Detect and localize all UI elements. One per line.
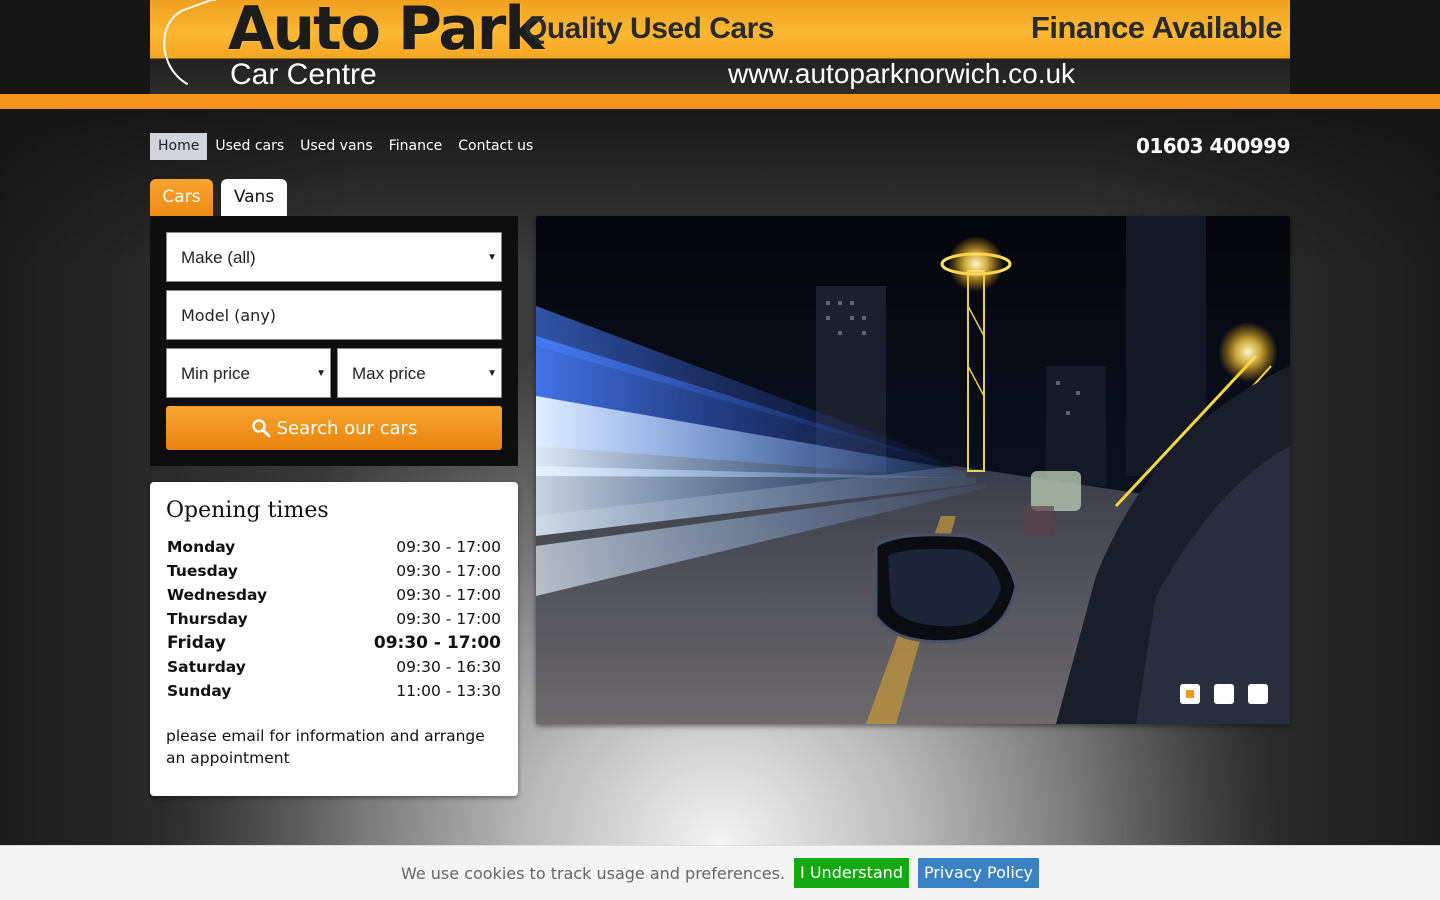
- make-select-value: Make (all): [181, 248, 256, 267]
- opening-times-table: Monday 09:30 - 17:00 Tuesday 09:30 - 17:…: [166, 535, 502, 703]
- day-hours: 09:30 - 17:00: [373, 633, 501, 653]
- search-button-label: Search our cars: [276, 417, 418, 439]
- hero-slideshow[interactable]: [536, 216, 1290, 724]
- table-row: Wednesday 09:30 - 17:00: [166, 583, 502, 607]
- cookie-accept-button[interactable]: I Understand: [794, 858, 909, 888]
- min-price-value: Min price: [181, 364, 250, 383]
- day-label: Tuesday: [167, 562, 238, 580]
- table-row: Monday 09:30 - 17:00: [166, 535, 502, 559]
- tagline-finance: Finance Available: [1030, 10, 1283, 45]
- search-icon: [251, 419, 271, 438]
- nav-home[interactable]: Home: [150, 133, 208, 160]
- day-hours: 09:30 - 17:00: [396, 586, 501, 604]
- day-hours: 09:30 - 17:00: [396, 538, 501, 556]
- slide-dot-2[interactable]: [1214, 684, 1234, 704]
- table-row: Sunday 11:00 - 13:30: [166, 679, 502, 703]
- hero-night-road-image: [536, 216, 1290, 724]
- make-select[interactable]: Make (all) ▼: [166, 232, 502, 282]
- vehicle-tabs: Cars Vans: [150, 179, 287, 216]
- min-price-select[interactable]: Min price ▼: [166, 348, 331, 398]
- day-hours: 09:30 - 16:30: [396, 658, 501, 676]
- slide-dot-3[interactable]: [1248, 684, 1268, 704]
- site-banner[interactable]: Auto Park Car Centre Quality Used Cars F…: [150, 0, 1290, 94]
- nav-contact-us[interactable]: Contact us: [450, 133, 541, 160]
- model-input-placeholder: Model (any): [181, 306, 277, 325]
- day-label: Monday: [167, 538, 236, 556]
- day-label: Sunday: [167, 682, 232, 700]
- nav-used-vans[interactable]: Used vans: [292, 133, 381, 160]
- tagline-quality: Quality Used Cars: [524, 12, 774, 45]
- table-row: Saturday 09:30 - 16:30: [166, 655, 502, 679]
- slide-dot-1[interactable]: [1180, 684, 1200, 704]
- day-label: Wednesday: [167, 586, 268, 604]
- search-panel: Make (all) ▼ Model (any) Min price ▼ Max…: [150, 216, 518, 466]
- slideshow-dots: [1180, 684, 1268, 704]
- dropdown-arrow-icon: ▼: [487, 252, 497, 263]
- orange-divider: [0, 94, 1440, 109]
- day-label: Thursday: [167, 610, 248, 628]
- max-price-select[interactable]: Max price ▼: [337, 348, 502, 398]
- opening-times-card: Opening times Monday 09:30 - 17:00 Tuesd…: [150, 482, 518, 796]
- opening-times-title: Opening times: [166, 498, 329, 523]
- privacy-policy-button[interactable]: Privacy Policy: [917, 858, 1040, 888]
- main-nav: Home Used cars Used vans Finance Contact…: [150, 133, 541, 160]
- day-hours: 09:30 - 17:00: [396, 610, 501, 628]
- logo-sub-text: Car Centre: [230, 58, 377, 91]
- opening-times-note: please email for information and arrange…: [166, 727, 485, 767]
- model-input[interactable]: Model (any): [166, 290, 502, 340]
- day-hours: 09:30 - 17:00: [396, 562, 501, 580]
- cookie-bar: We use cookies to track usage and prefer…: [0, 845, 1440, 900]
- dropdown-arrow-icon: ▼: [316, 368, 326, 379]
- table-row: Thursday 09:30 - 17:00: [166, 607, 502, 631]
- search-button[interactable]: Search our cars: [166, 406, 502, 450]
- website-url: www.autoparknorwich.co.uk: [728, 58, 1076, 89]
- nav-finance[interactable]: Finance: [381, 133, 451, 160]
- tab-vans[interactable]: Vans: [221, 179, 287, 216]
- logo-main-text: Auto Park: [228, 0, 544, 64]
- nav-used-cars[interactable]: Used cars: [207, 133, 292, 160]
- dropdown-arrow-icon: ▼: [487, 368, 497, 379]
- table-row-today: Friday 09:30 - 17:00: [166, 631, 502, 655]
- day-label: Friday: [167, 633, 226, 653]
- phone-number[interactable]: 01603 400999: [1136, 134, 1291, 158]
- day-hours: 11:00 - 13:30: [396, 682, 501, 700]
- tab-cars[interactable]: Cars: [150, 179, 213, 216]
- table-row: Tuesday 09:30 - 17:00: [166, 559, 502, 583]
- day-label: Saturday: [167, 658, 246, 676]
- max-price-value: Max price: [352, 364, 426, 383]
- cookie-message: We use cookies to track usage and prefer…: [400, 863, 786, 883]
